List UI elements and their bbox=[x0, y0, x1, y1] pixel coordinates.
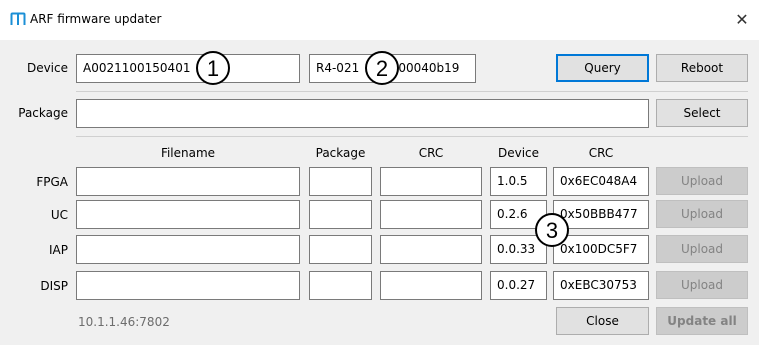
package-field-disp[interactable] bbox=[309, 271, 372, 300]
upload-button-iap[interactable]: Upload bbox=[656, 235, 748, 263]
crc-field-disp[interactable] bbox=[380, 271, 482, 300]
separator-top bbox=[76, 91, 748, 92]
annotation-marker-2: 2 bbox=[365, 51, 399, 85]
crc-field-uc[interactable] bbox=[380, 200, 482, 229]
filename-field-iap[interactable] bbox=[76, 235, 300, 264]
column-header-filename: Filename bbox=[160, 146, 216, 160]
package-path-field[interactable] bbox=[76, 99, 649, 128]
annotation-marker-1: 1 bbox=[196, 51, 230, 85]
update-all-button[interactable]: Update all bbox=[656, 307, 748, 335]
filename-field-fpga[interactable] bbox=[76, 167, 300, 196]
column-header-package: Package bbox=[315, 146, 366, 160]
crc-field-fpga[interactable] bbox=[380, 167, 482, 196]
device-crc-fpga: 0x6EC048A4 bbox=[553, 167, 649, 196]
reboot-button[interactable]: Reboot bbox=[656, 54, 748, 82]
query-button[interactable]: Query bbox=[556, 54, 649, 82]
row-label-iap: IAP bbox=[49, 243, 68, 257]
upload-button-uc[interactable]: Upload bbox=[656, 200, 748, 228]
device-id-field[interactable]: A0021100150401 bbox=[76, 54, 300, 83]
select-button[interactable]: Select bbox=[656, 99, 748, 127]
device-version-fpga: 1.0.5 bbox=[490, 167, 547, 196]
row-label-disp: DISP bbox=[40, 279, 68, 293]
column-header-device-crc: CRC bbox=[588, 146, 614, 160]
crc-field-iap[interactable] bbox=[380, 235, 482, 264]
row-label-uc: UC bbox=[50, 208, 68, 222]
column-header-crc: CRC bbox=[418, 146, 444, 160]
device-revision-right: x00040b19 bbox=[391, 61, 460, 75]
device-label: Device bbox=[26, 61, 68, 75]
filename-field-uc[interactable] bbox=[76, 200, 300, 229]
package-field-uc[interactable] bbox=[309, 200, 372, 229]
package-field-fpga[interactable] bbox=[309, 167, 372, 196]
close-button[interactable]: Close bbox=[556, 307, 649, 335]
device-revision-left: R4-021 bbox=[316, 61, 360, 75]
device-crc-iap: 0x100DC5F7 bbox=[553, 235, 649, 264]
separator-middle bbox=[76, 136, 748, 137]
connection-address: 10.1.1.46:7802 bbox=[78, 315, 170, 329]
upload-button-fpga[interactable]: Upload bbox=[656, 167, 748, 195]
filename-field-disp[interactable] bbox=[76, 271, 300, 300]
package-label: Package bbox=[18, 106, 68, 120]
column-header-device: Device bbox=[497, 146, 540, 160]
close-icon[interactable]: ✕ bbox=[731, 8, 753, 32]
annotation-marker-3: 3 bbox=[535, 213, 569, 247]
device-version-disp: 0.0.27 bbox=[490, 271, 547, 300]
arf-logo-icon bbox=[10, 12, 26, 25]
package-field-iap[interactable] bbox=[309, 235, 372, 264]
row-label-fpga: FPGA bbox=[36, 175, 68, 189]
window-title: ARF firmware updater bbox=[30, 12, 162, 26]
upload-button-disp[interactable]: Upload bbox=[656, 271, 748, 299]
device-crc-disp: 0xEBC30753 bbox=[553, 271, 649, 300]
